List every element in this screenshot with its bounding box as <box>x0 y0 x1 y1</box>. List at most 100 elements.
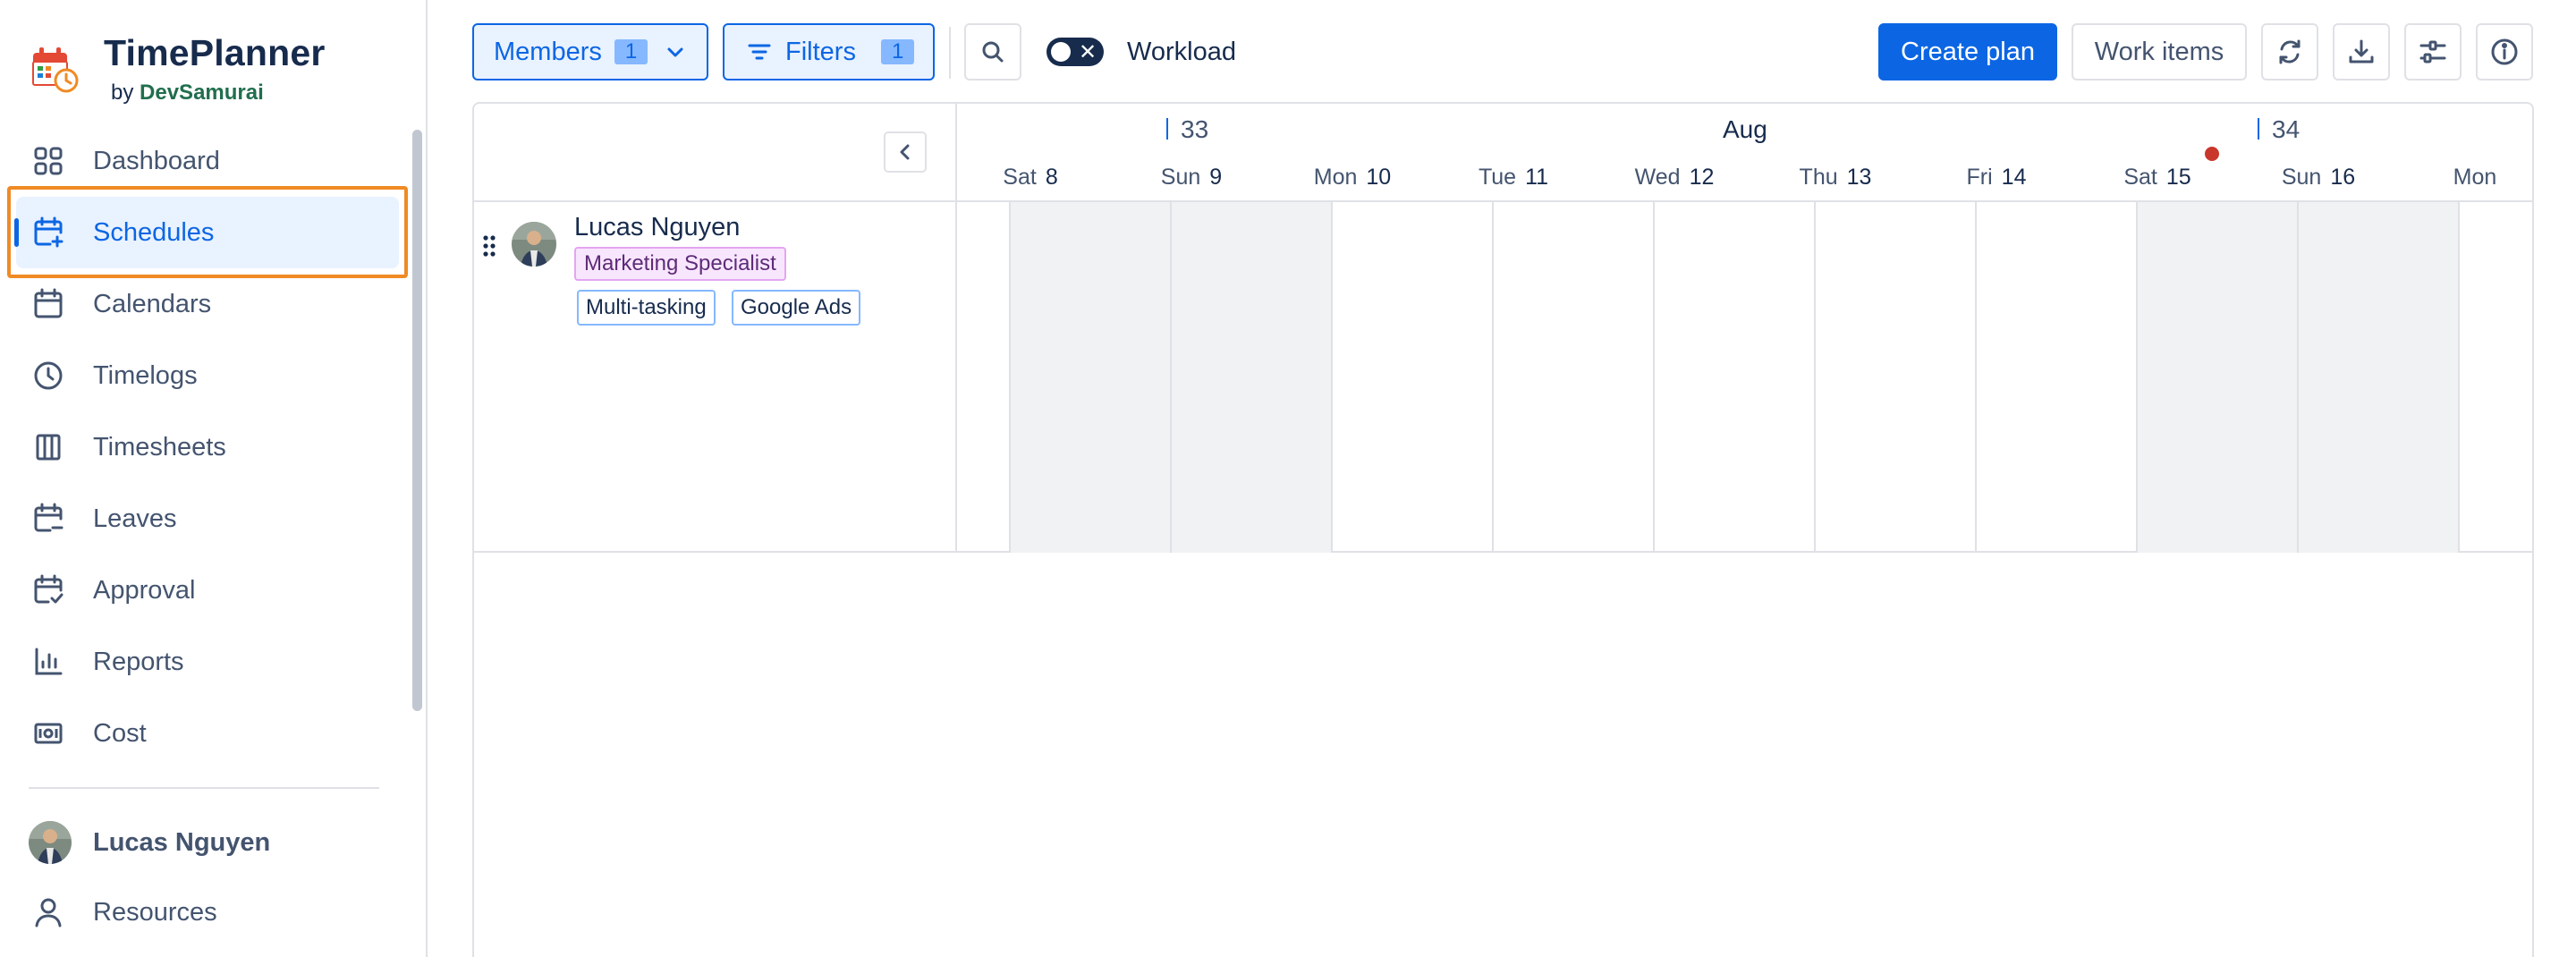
clock-icon <box>34 361 63 390</box>
work-items-button[interactable]: Work items <box>2072 23 2247 80</box>
sidebar-scrollbar[interactable] <box>412 130 422 711</box>
sidebar-user[interactable]: Lucas Nguyen <box>29 818 270 867</box>
sidebar-item-label: Leaves <box>93 504 177 533</box>
member-info[interactable]: Lucas Nguyen Marketing Specialist Multi-… <box>474 202 957 553</box>
week-number: 34 <box>2272 115 2301 143</box>
search-icon <box>982 41 1004 63</box>
drag-handle-icon[interactable] <box>481 234 497 258</box>
download-button[interactable] <box>2333 23 2390 80</box>
day-of-week: Tue <box>1478 165 1517 190</box>
month-label: Aug <box>1723 115 1767 143</box>
chevron-down-icon <box>667 47 683 57</box>
day-of-week: Sun <box>2281 165 2322 190</box>
calendar-plus-icon <box>34 216 64 248</box>
sidebar-item-resources[interactable]: Resources <box>16 877 399 948</box>
refresh-icon <box>2279 39 2301 64</box>
day-of-week: Mon <box>1313 165 1358 190</box>
sidebar-item-label: Timelogs <box>93 360 198 390</box>
workload-label: Workload <box>1127 38 1236 66</box>
day-number: 14 <box>2001 165 2027 190</box>
sidebar-item-leaves[interactable]: Leaves <box>16 483 399 555</box>
day-header[interactable]: Fri 14 <box>1916 165 2077 191</box>
sidebar-item-dashboard[interactable]: Dashboard <box>16 125 399 197</box>
refresh-button[interactable] <box>2261 23 2318 80</box>
day-header[interactable]: Mon 10 <box>1272 165 1433 191</box>
day-number: 15 <box>2165 165 2191 190</box>
dashboard-grid-icon <box>34 147 63 175</box>
week-number: 33 <box>1181 115 1209 143</box>
user-name: Lucas Nguyen <box>93 827 271 857</box>
day-cell[interactable] <box>1653 202 1814 553</box>
members-count-badge: 1 <box>614 39 648 64</box>
day-header[interactable]: Sun 16 <box>2238 165 2399 191</box>
role-tag: Marketing Specialist <box>574 247 786 281</box>
day-header[interactable]: Tue 11 <box>1433 165 1594 191</box>
toolbar: Members 1 Filters 1 ✕ Workload Create pl… <box>429 0 2576 103</box>
day-header[interactable]: Sat 8 <box>950 165 1111 191</box>
sidebar-item-timesheets[interactable]: Timesheets <box>16 411 399 483</box>
day-cell-weekend[interactable] <box>2136 202 2297 553</box>
day-cell-weekend[interactable] <box>2297 202 2458 553</box>
day-number: 8 <box>1045 165 1058 190</box>
day-cell[interactable] <box>1814 202 1975 553</box>
members-label: Members <box>494 37 602 66</box>
active-indicator <box>14 218 19 247</box>
day-number: 13 <box>1846 165 1872 190</box>
timeline-header: 33 Aug 34 Sat 8 Sun 9 Mon 10 Tue 11 Wed 12 Th… <box>957 104 2532 202</box>
sidebar-item-timelogs[interactable]: Timelogs <box>16 340 399 411</box>
week-marker <box>2258 118 2259 140</box>
search-button[interactable] <box>964 23 1021 80</box>
create-plan-label: Create plan <box>1901 37 2035 66</box>
calendar-minus-icon <box>34 503 64 532</box>
day-of-week: Fri <box>1966 165 1993 190</box>
info-icon <box>2491 38 2518 65</box>
day-cell[interactable] <box>1331 202 1492 553</box>
sidebar-item-label: Approval <box>93 575 196 605</box>
day-of-week: Sat <box>1003 165 1037 190</box>
day-header[interactable]: Sun 9 <box>1111 165 1272 191</box>
toolbar-divider <box>949 27 951 79</box>
day-cell-weekend[interactable] <box>1170 202 1331 553</box>
download-icon <box>2349 39 2374 64</box>
member-row: Lucas Nguyen Marketing Specialist Multi-… <box>474 202 2532 553</box>
view-settings-button[interactable] <box>2404 23 2462 80</box>
sidebar-item-label: Reports <box>93 647 184 676</box>
day-number: 10 <box>1366 165 1392 190</box>
day-header[interactable]: Wed 12 <box>1594 165 1755 191</box>
day-number: 16 <box>2330 165 2356 190</box>
day-header[interactable]: Sat 15 <box>2077 165 2238 191</box>
week-marker <box>1166 118 1168 140</box>
day-cell[interactable] <box>2458 202 2532 553</box>
sidebar-item-calendars[interactable]: Calendars <box>16 268 399 340</box>
close-icon: ✕ <box>1079 39 1097 64</box>
collapse-panel-button[interactable] <box>884 131 927 173</box>
create-plan-button[interactable]: Create plan <box>1878 23 2057 80</box>
timeplanner-logo-icon <box>32 47 79 93</box>
avatar <box>512 222 556 267</box>
chevron-left-icon <box>900 144 910 160</box>
day-cell[interactable] <box>1492 202 1653 553</box>
skill-tag: Multi-tasking <box>577 290 716 326</box>
info-button[interactable] <box>2476 23 2533 80</box>
sliders-icon <box>2419 40 2446 64</box>
workload-toggle[interactable]: ✕ <box>1046 38 1104 66</box>
user-icon <box>35 898 62 927</box>
filters-button[interactable]: Filters 1 <box>723 23 935 80</box>
sidebar-item-label: Schedules <box>93 217 215 247</box>
day-number: 11 <box>1525 165 1549 190</box>
toggle-knob <box>1051 42 1071 62</box>
work-items-label: Work items <box>2094 37 2224 66</box>
day-number: 12 <box>1689 165 1715 190</box>
day-of-week: Wed <box>1634 165 1681 190</box>
day-cell[interactable] <box>1975 202 2136 553</box>
timesheet-columns-icon <box>36 434 61 461</box>
sidebar-item-reports[interactable]: Reports <box>16 626 399 698</box>
member-name: Lucas Nguyen <box>574 213 741 241</box>
day-cell-weekend[interactable] <box>1009 202 1170 553</box>
sidebar-item-approval[interactable]: Approval <box>16 555 399 626</box>
sidebar-item-cost[interactable]: Cost <box>16 698 399 769</box>
sidebar-item-schedules[interactable]: Schedules <box>14 197 399 268</box>
members-dropdown[interactable]: Members 1 <box>472 23 708 80</box>
day-header[interactable]: Mon <box>2399 165 2532 191</box>
day-header[interactable]: Thu 13 <box>1755 165 1916 191</box>
